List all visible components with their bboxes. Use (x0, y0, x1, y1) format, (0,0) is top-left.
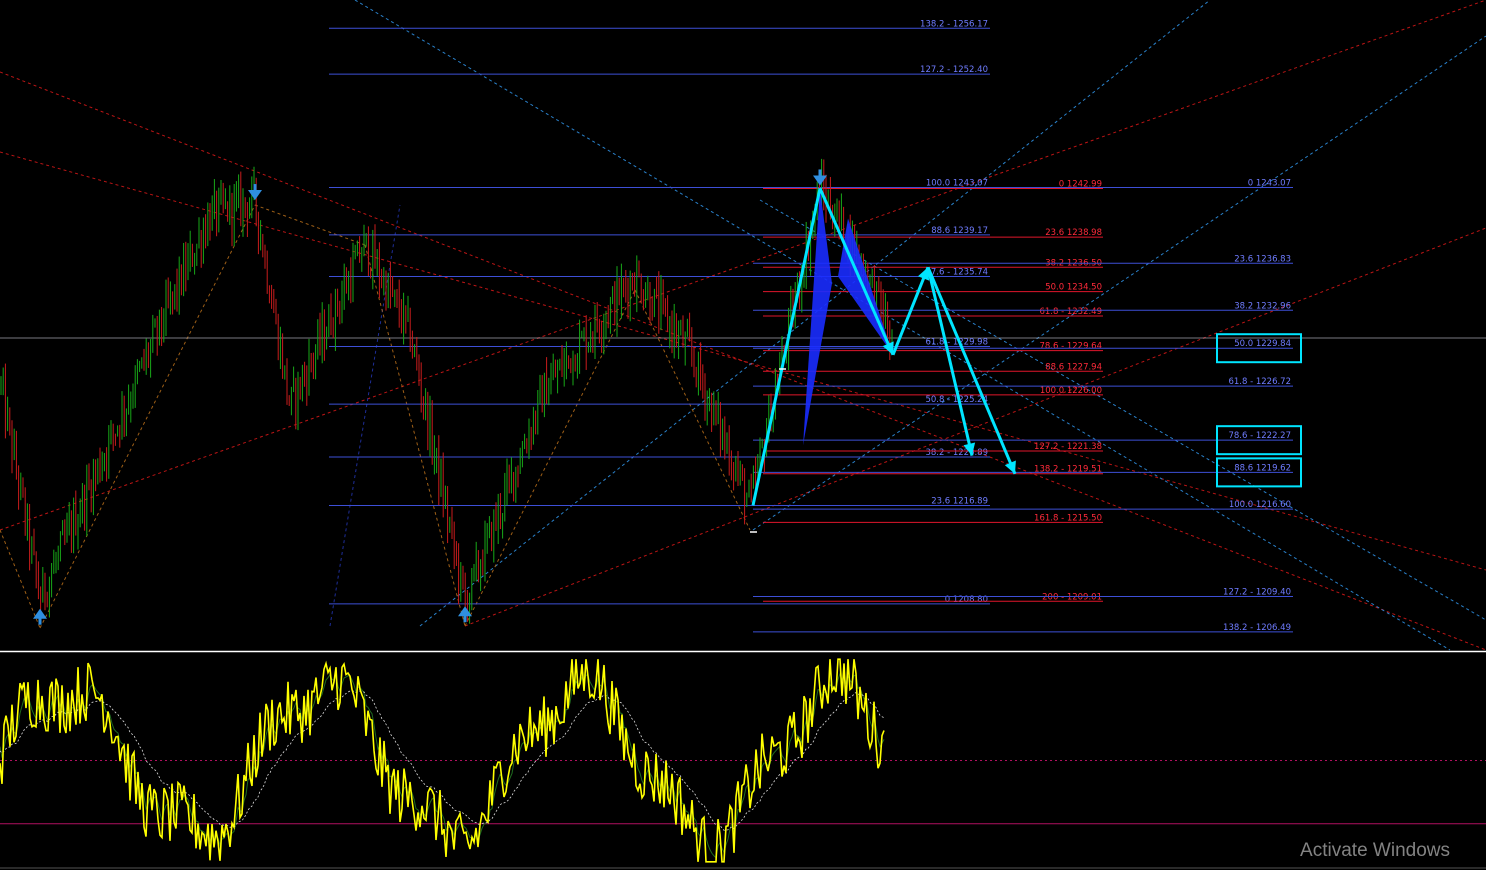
fib-level-label: 61.8 - 1232.49 (1039, 307, 1102, 317)
fib-level-label: 61.8 - 1226.72 (1228, 377, 1291, 387)
fib-level-label: 88.6 1219.62 (1234, 463, 1291, 473)
pattern-leg-1 (818, 187, 895, 356)
trading-chart[interactable]: 138.2 - 1256.17127.2 - 1252.40100.0 1243… (0, 0, 1486, 870)
fib-level-label: 38.2 - 1220.89 (925, 448, 988, 458)
fib-level-label: 127.2 - 1252.40 (920, 65, 988, 75)
fib-level-label: 88.6 1227.94 (1045, 362, 1102, 372)
pattern-leg-2 (891, 266, 930, 356)
fib-level-label: 78.6 - 1229.64 (1039, 342, 1102, 352)
trend-line-12 (364, 244, 466, 627)
fib-level-label: 127.2 - 1209.40 (1223, 588, 1291, 598)
trend-line-4 (354, 0, 1451, 651)
fib-level-label: 78.6 - 1222.27 (1228, 431, 1291, 441)
trend-line-3 (464, 227, 1486, 627)
fib-level-label: 200 - 1209.01 (1042, 592, 1102, 602)
trend-line-14 (634, 289, 751, 531)
trend-line-10 (39, 204, 256, 629)
trend-line-0 (0, 71, 1486, 651)
fib-level-label: 23.6 1238.98 (1045, 228, 1102, 238)
fib-level-label: 0 1243.07 (1248, 178, 1291, 188)
fib-level-label: 7.6 - 1235.74 (931, 268, 988, 278)
fib-level-label: 23.6 1236.83 (1234, 254, 1291, 264)
trend-line-2 (0, 0, 1486, 531)
fib-level-label: 127.2 - 1221.38 (1034, 442, 1102, 452)
fib-level-label: 138.2 - 1219.51 (1034, 465, 1102, 475)
fib-level-label: 100.0 1216.60 (1229, 500, 1291, 510)
trend-channels (0, 0, 1486, 651)
activate-windows-watermark: Activate Windows (1300, 840, 1450, 861)
fib-level-label: 100.0 1226.00 (1040, 386, 1102, 396)
pattern-leg-4 (926, 266, 1017, 475)
trend-line-8 (329, 204, 401, 627)
trend-line-13 (464, 289, 636, 627)
fib-level-label: 50.0 1234.50 (1045, 283, 1102, 293)
pivot-arrow-down-icon (813, 175, 827, 186)
fib-level-label: 88.6 1239.17 (931, 226, 988, 236)
fib-level-label: 23.6 1216.89 (931, 497, 988, 507)
fib-level-label: 50.0 1229.84 (1234, 339, 1291, 349)
fib-level-label: 38.2 1232.96 (1234, 301, 1291, 311)
pattern-leg-3 (926, 266, 974, 456)
trend-line-11 (254, 204, 366, 246)
fib-level-label: 161.8 - 1215.50 (1034, 513, 1102, 523)
harmonic-pattern (750, 187, 1017, 533)
fib-level-label: 138.2 - 1256.17 (920, 19, 988, 29)
oscillator-panel (0, 650, 1486, 869)
fib-level-label: 138.2 - 1206.49 (1223, 623, 1291, 633)
